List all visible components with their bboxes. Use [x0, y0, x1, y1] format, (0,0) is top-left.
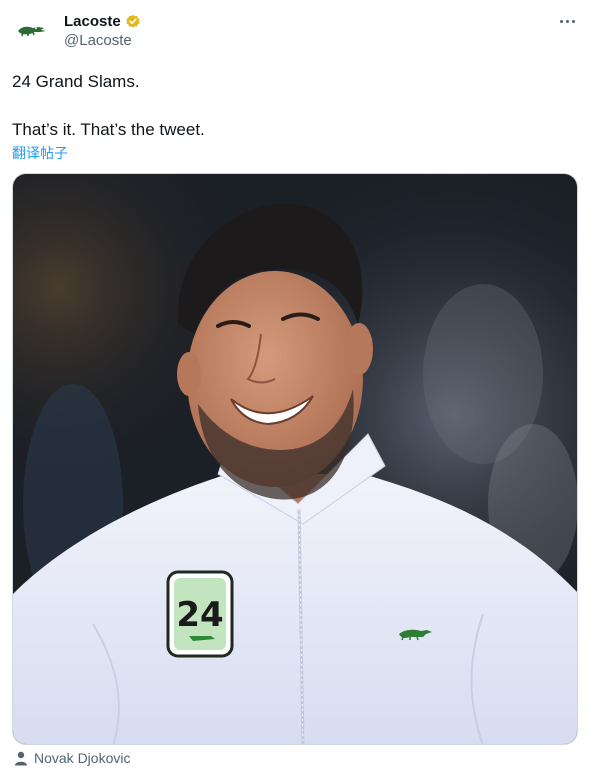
author-display-name[interactable]: Lacoste — [64, 13, 121, 30]
tweet-line-2: That’s it. That’s the tweet. — [12, 120, 205, 139]
tweet: Lacoste @Lacoste 24 Grand Slams. That’s … — [0, 0, 597, 779]
jacket-24-badge: 24 — [166, 570, 234, 658]
svg-text:24: 24 — [176, 595, 223, 635]
more-options-icon[interactable] — [557, 12, 577, 30]
verified-badge-icon[interactable] — [125, 13, 141, 29]
tagged-people[interactable]: Novak Djokovic — [14, 750, 130, 766]
author-block: Lacoste @Lacoste — [64, 11, 141, 49]
avatar[interactable] — [12, 10, 52, 50]
author-handle[interactable]: @Lacoste — [64, 32, 141, 49]
photo-illustration: 24 — [13, 174, 577, 744]
translate-post-link[interactable]: 翻译帖子 — [12, 143, 68, 163]
lacoste-crocodile-icon — [18, 26, 46, 37]
tweet-line-1: 24 Grand Slams. — [12, 72, 140, 91]
tagged-person-name[interactable]: Novak Djokovic — [34, 750, 130, 766]
name-row: Lacoste — [64, 11, 141, 31]
tweet-photo[interactable]: 24 — [12, 173, 578, 745]
person-tag-icon — [15, 751, 27, 765]
tweet-text: 24 Grand Slams. That’s it. That’s the tw… — [12, 71, 205, 141]
